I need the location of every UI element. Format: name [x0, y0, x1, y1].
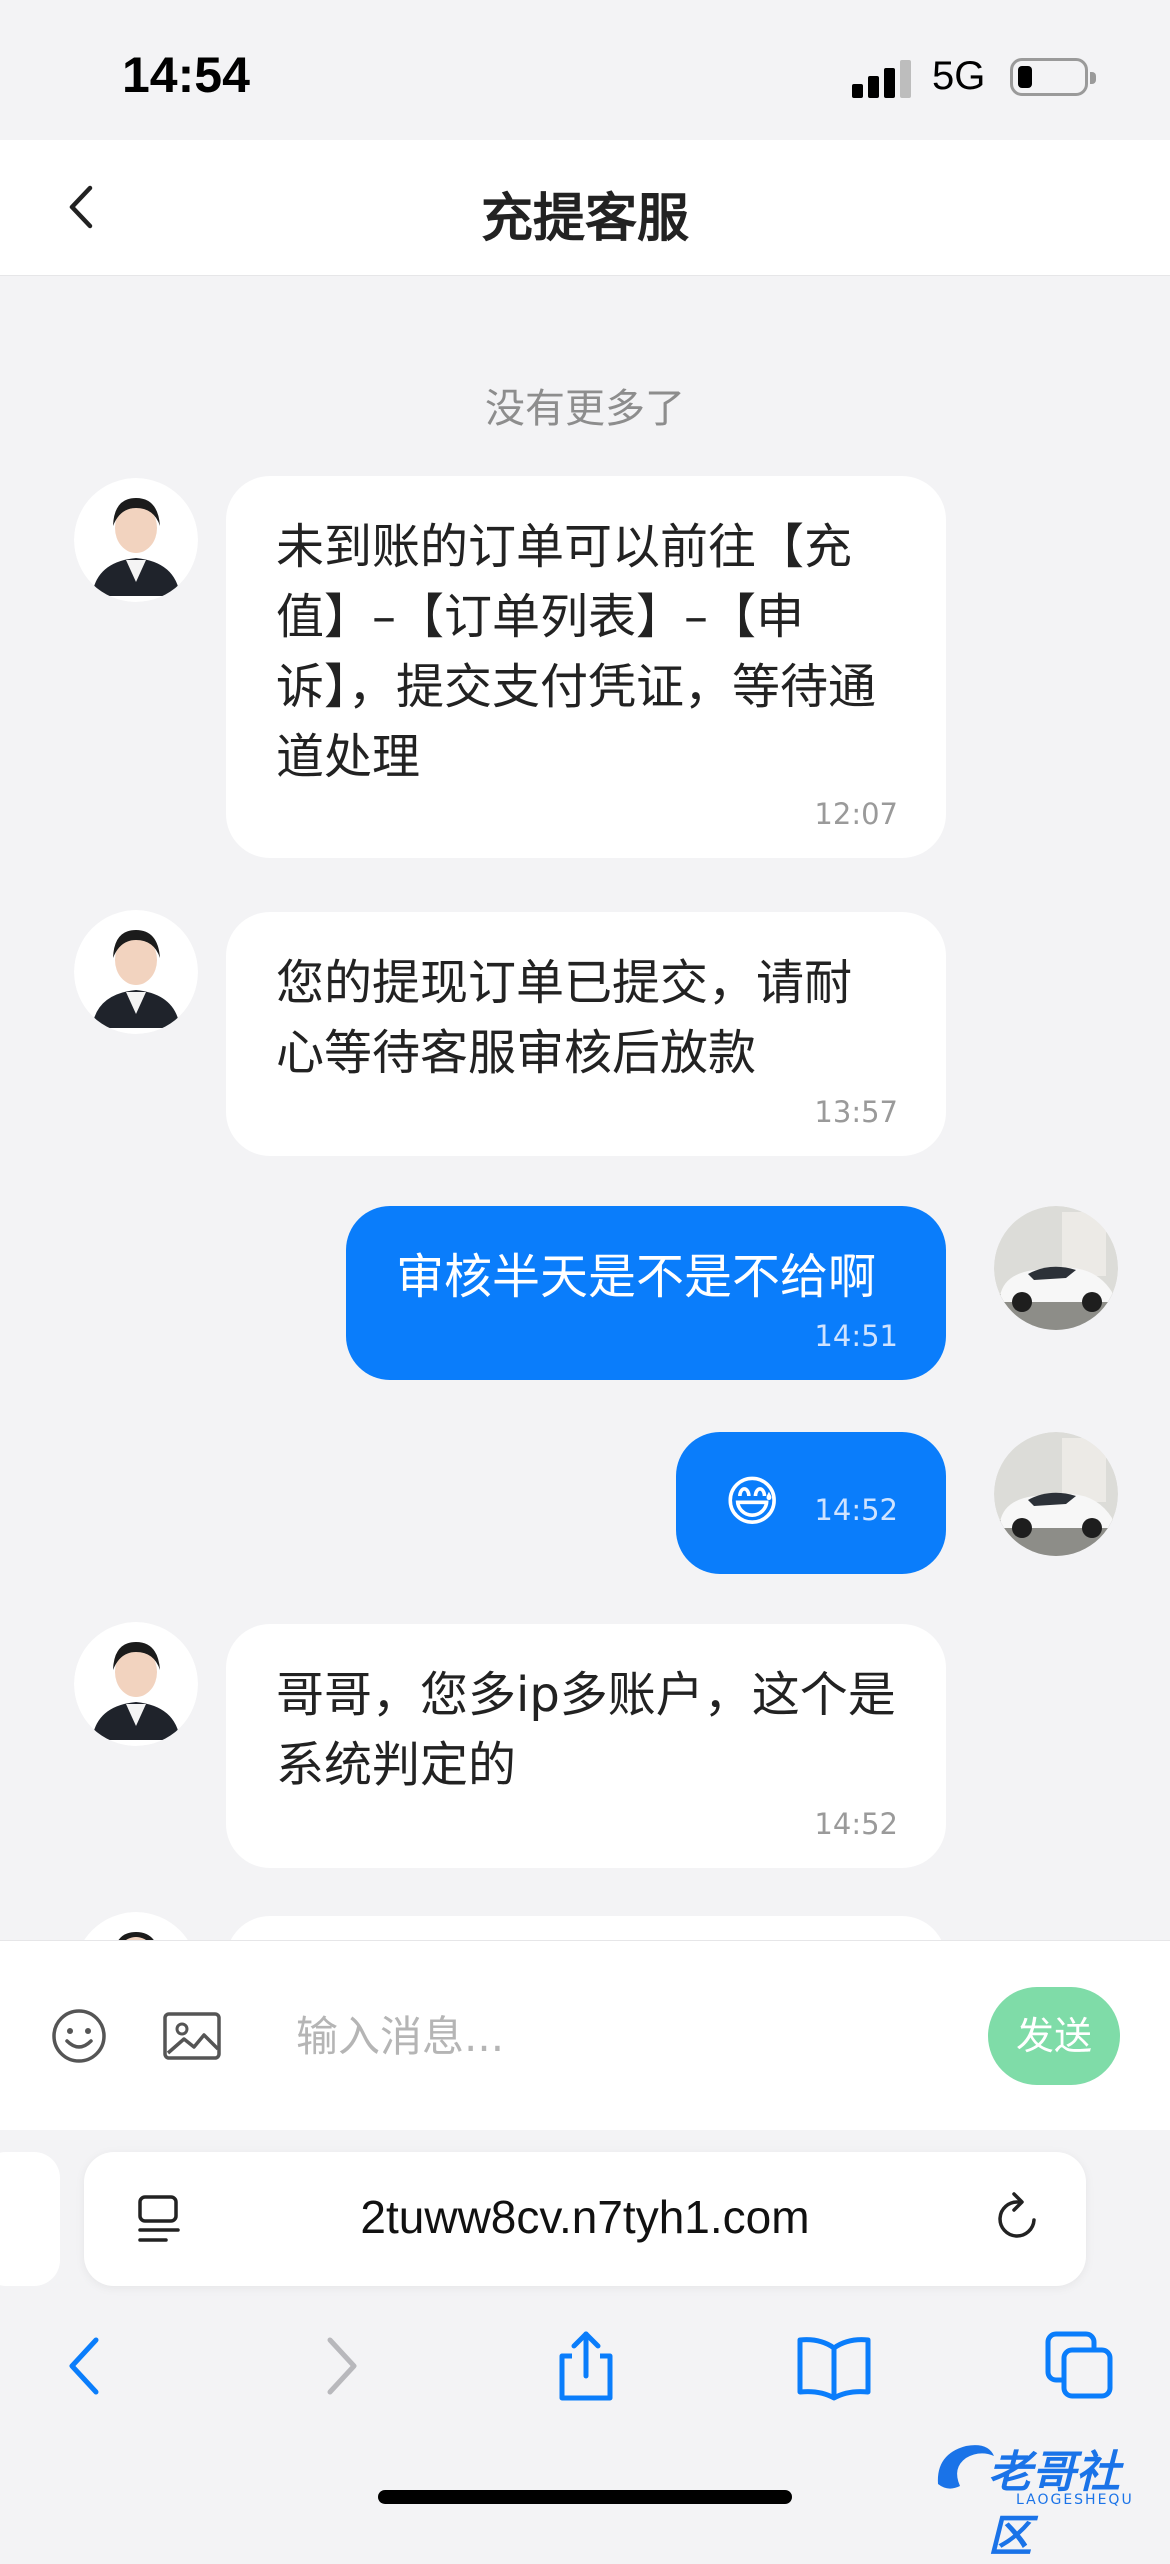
agent-avatar[interactable]: [74, 1622, 198, 1746]
bookmarks-icon[interactable]: [794, 2326, 874, 2406]
no-more-history-label: 没有更多了: [485, 386, 685, 432]
message-time: 14:51: [814, 1319, 898, 1353]
watermark-logo: 老哥社区 LAOGESHEQU: [930, 2428, 1162, 2562]
message-text: 您的提现订单已提交，请耐心等待客服审核后放款: [276, 955, 853, 1081]
agent-avatar[interactable]: [74, 910, 198, 1034]
home-indicator[interactable]: [378, 2490, 792, 2504]
address-bar[interactable]: 2tuww8cv.n7tyh1.com: [84, 2152, 1086, 2286]
user-avatar[interactable]: [994, 1206, 1118, 1330]
url-text: 2tuww8cv.n7tyh1.com: [360, 2191, 810, 2243]
message-time: 13:57: [814, 1095, 898, 1129]
image-icon[interactable]: [162, 2009, 222, 2063]
agent-avatar[interactable]: [74, 1912, 198, 1940]
cellular-signal-icon: [852, 58, 914, 98]
message-bubble-outgoing: 😅 14:52: [676, 1432, 946, 1574]
message-bubble-outgoing: 审核半天是不是不给啊 14:51: [346, 1206, 946, 1380]
page-title: 充提客服: [480, 189, 689, 249]
battery-icon: [1010, 58, 1096, 96]
agent-avatar[interactable]: [74, 478, 198, 602]
send-button[interactable]: 发送: [988, 1987, 1120, 2085]
network-type: 5G: [932, 54, 986, 98]
tabs-icon[interactable]: [1040, 2326, 1120, 2406]
message-time: 14:52: [814, 1807, 898, 1841]
message-text: 哥哥，您多ip多账户，这个是系统判定的: [276, 1667, 896, 1793]
message-time: 12:07: [814, 797, 898, 831]
emoji-icon[interactable]: [50, 2007, 108, 2065]
chat-messages[interactable]: 没有更多了 未到账的订单可以前往【充值】–【订单列表】–【申诉】，提交支付凭证，…: [0, 276, 1170, 1940]
watermark-subtext: LAOGESHEQU: [1016, 2492, 1134, 2508]
previous-tab-preview[interactable]: [0, 2152, 60, 2286]
message-bubble-incoming: 哥哥，您多ip多账户，这个是系统判定的 14:52: [226, 1624, 946, 1868]
user-avatar[interactable]: [994, 1432, 1118, 1556]
message-bubble-incoming: [226, 1916, 946, 1940]
message-bubble-incoming: 未到账的订单可以前往【充值】–【订单列表】–【申诉】，提交支付凭证，等待通道处理…: [226, 476, 946, 858]
share-icon[interactable]: [546, 2326, 626, 2406]
message-text: 未到账的订单可以前往【充值】–【订单列表】–【申诉】，提交支付凭证，等待通道处理: [276, 519, 877, 785]
message-input[interactable]: [296, 2001, 946, 2071]
message-bubble-incoming: 您的提现订单已提交，请耐心等待客服审核后放款 13:57: [226, 912, 946, 1156]
page-menu-icon[interactable]: [136, 2194, 184, 2246]
message-time: 14:52: [814, 1493, 898, 1527]
message-composer: 发送: [0, 1940, 1170, 2130]
reload-icon[interactable]: [990, 2190, 1046, 2246]
status-bar: 14:54 5G: [0, 0, 1170, 140]
back-icon[interactable]: [46, 2326, 126, 2406]
status-time: 14:54: [122, 47, 250, 103]
forward-icon[interactable]: [300, 2326, 380, 2406]
message-emoji: 😅: [724, 1470, 781, 1533]
message-text: 审核半天是不是不给啊: [396, 1249, 877, 1305]
nav-bar: 充提客服: [0, 140, 1170, 276]
